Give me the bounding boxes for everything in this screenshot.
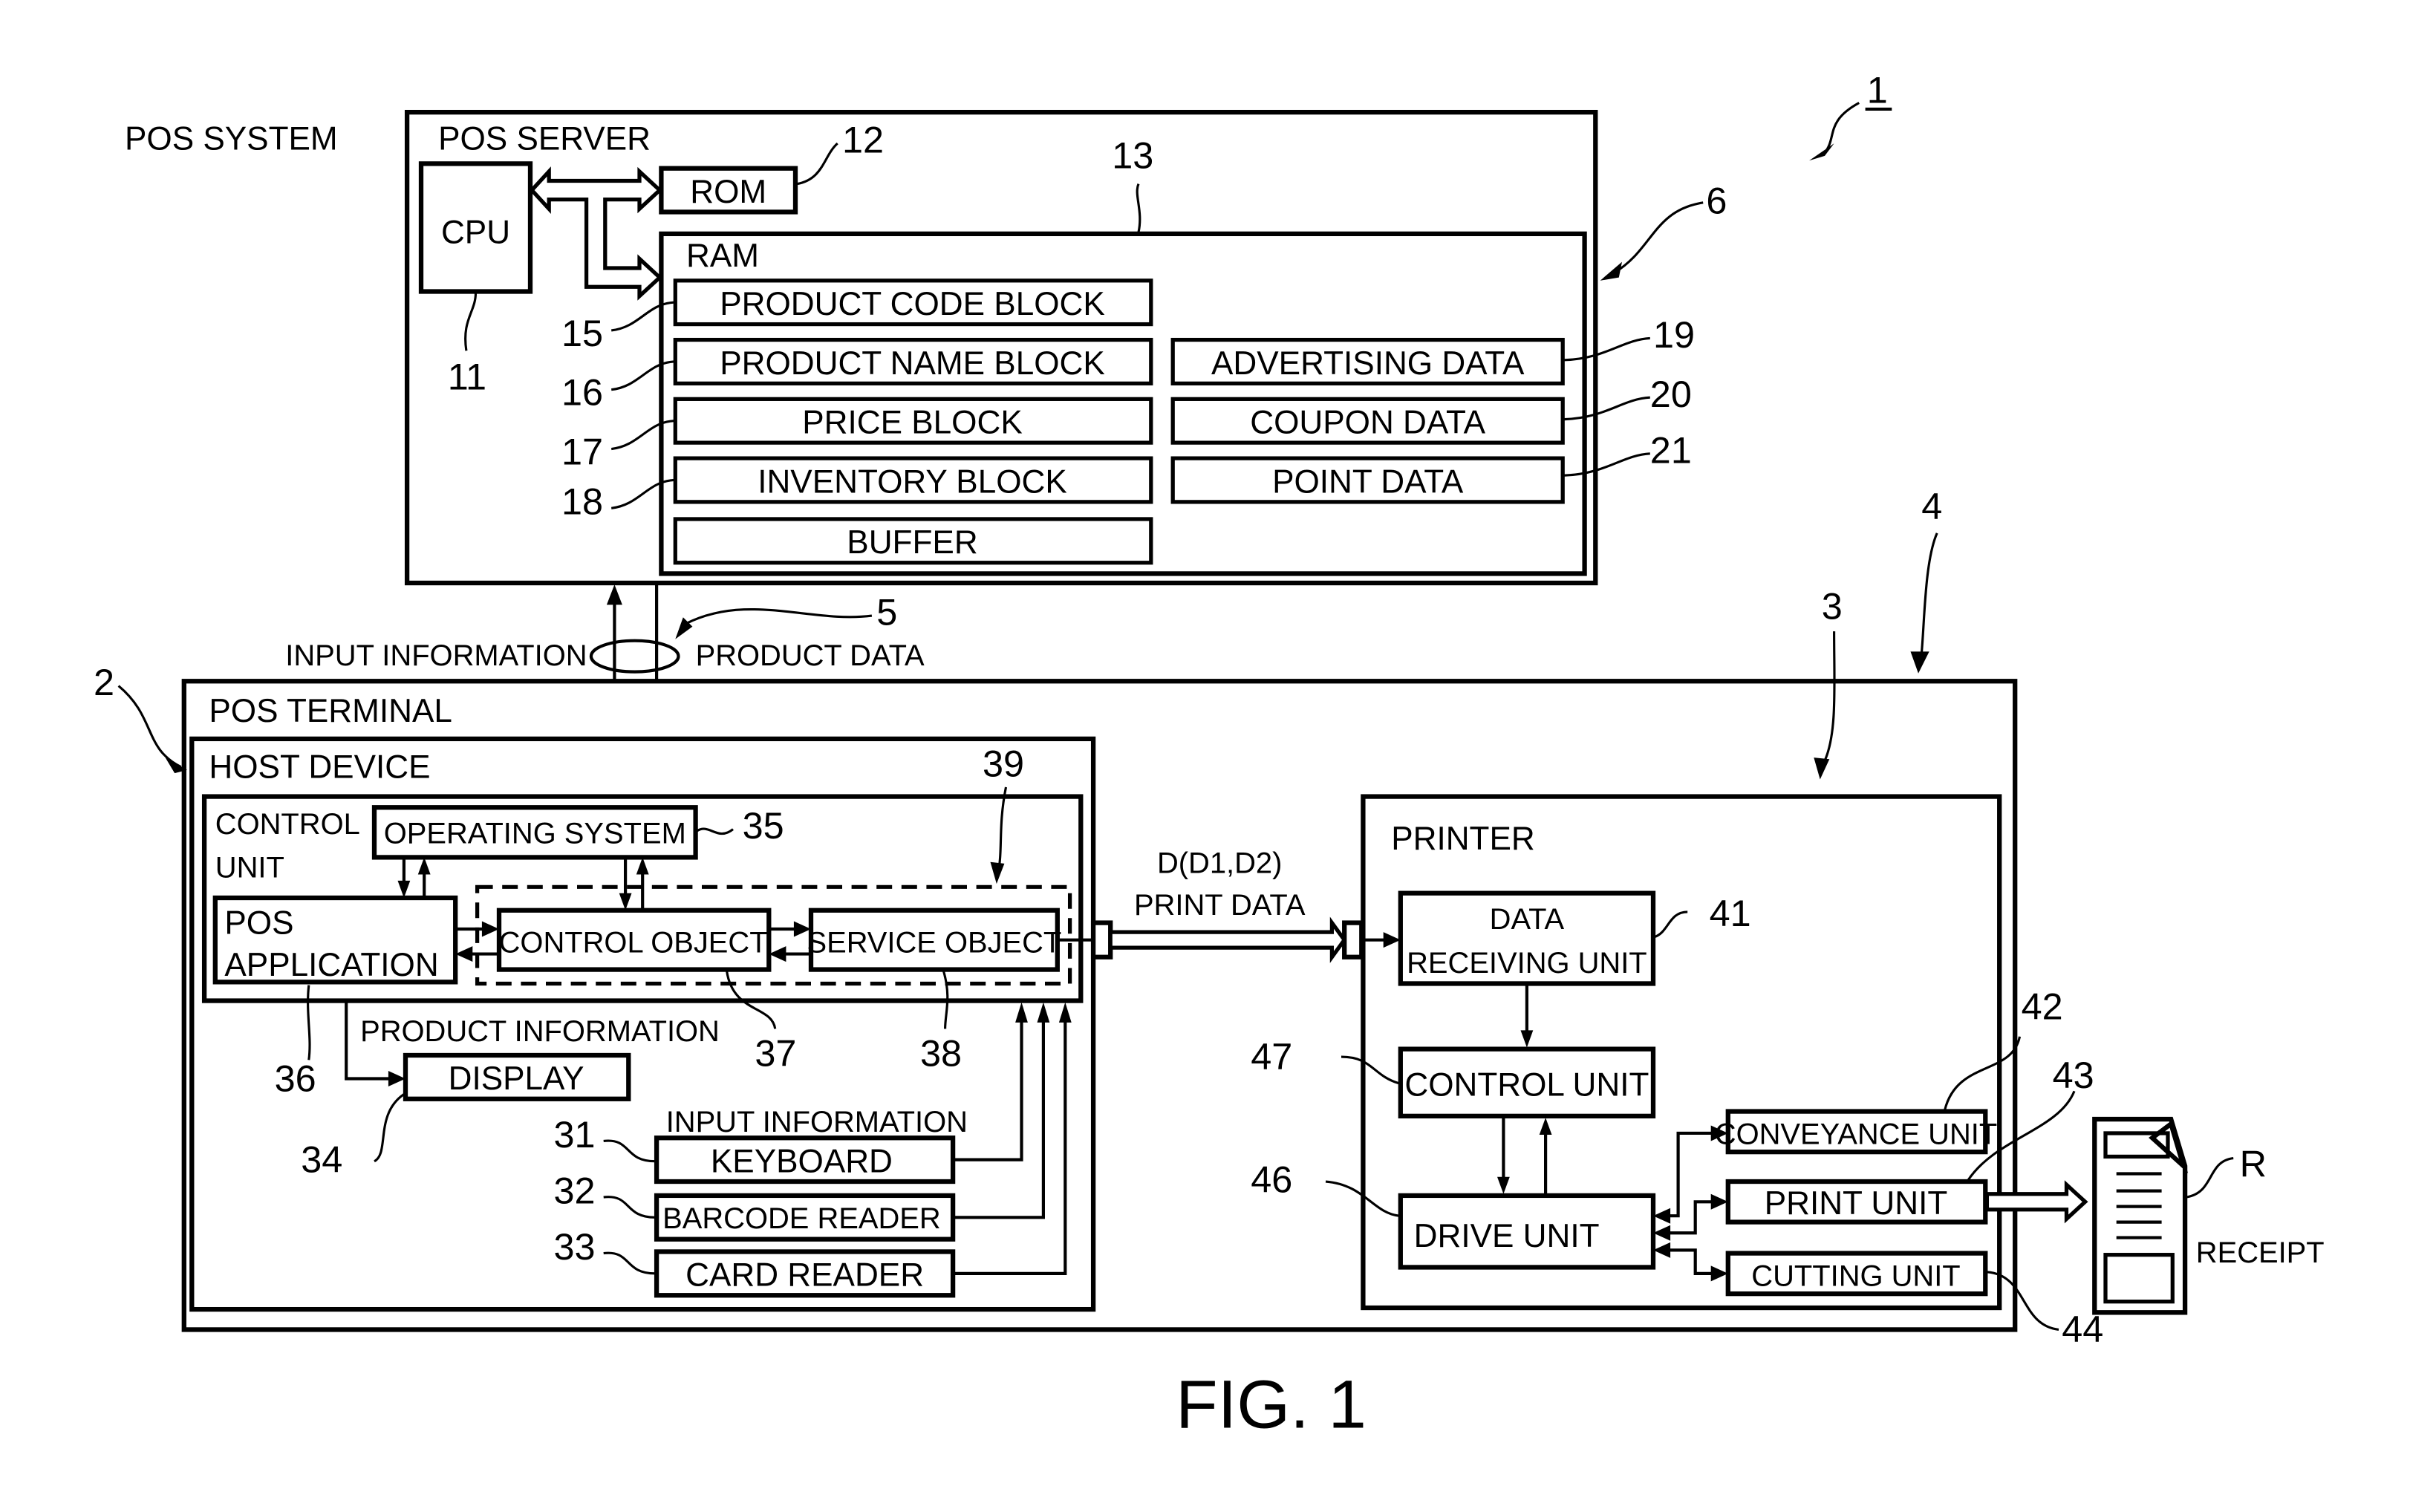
pos-server-ref: 6 (1706, 180, 1727, 222)
data-receiving-ref: 41 (1710, 892, 1751, 934)
input-device-ref: 33 (554, 1225, 596, 1268)
ram-data-label: POINT DATA (1272, 463, 1464, 500)
system-ref-number: 1 (1867, 69, 1888, 111)
rom-ref: 12 (842, 119, 884, 161)
receipt-icon (2092, 1116, 2189, 1315)
print-unit-label: PRINT UNIT (1765, 1185, 1948, 1222)
input-device-label: BARCODE READER (662, 1202, 941, 1235)
pos-terminal-ref: 2 (94, 661, 114, 703)
data-receiving-unit-label-2: RECEIVING UNIT (1407, 947, 1647, 980)
ram-ref: 13 (1112, 134, 1153, 177)
pos-system-diagram: POS SYSTEM 1 POS SERVER 6 CPU 11 ROM 12 … (94, 69, 2325, 1443)
pos-server-ref-leader (1613, 201, 1704, 274)
network-up-label: INPUT INFORMATION (285, 639, 587, 672)
system-ref-group: 1 (1809, 69, 1892, 161)
cutting-unit-label: CUTTING UNIT (1751, 1260, 1960, 1293)
system-ref-leader (1823, 102, 1860, 154)
pos-server-title: POS SERVER (438, 121, 651, 157)
ram-block-ref: 15 (561, 312, 603, 354)
network-ref: 5 (876, 591, 897, 633)
product-information-label: PRODUCT INFORMATION (360, 1015, 720, 1048)
uplink-arrowhead-icon (606, 584, 622, 605)
printer-port-connector (1342, 920, 1364, 959)
ram-data-ref: 19 (1653, 313, 1695, 356)
printer-ref: 3 (1822, 584, 1843, 627)
receipt-output: R RECEIPT (1984, 1116, 2325, 1315)
pos-terminal-ref-leader (117, 685, 182, 769)
cpu-ref: 11 (448, 356, 486, 398)
group-ref-arrowhead-icon (1910, 651, 1929, 674)
ram-data-ref: 20 (1650, 373, 1692, 415)
receipt-ref: R (2240, 1143, 2267, 1185)
rom-label: ROM (690, 174, 766, 210)
input-device-label: CARD READER (685, 1257, 924, 1294)
print-unit-ref: 43 (2053, 1054, 2094, 1096)
printer-control-ref: 47 (1251, 1035, 1292, 1078)
pos-application-label-2: APPLICATION (224, 947, 438, 983)
receipt-ref-leader (2186, 1156, 2234, 1199)
conveyance-unit-label: CONVEYANCE UNIT (1715, 1118, 1997, 1151)
network-bundle-ellipse (589, 639, 680, 674)
receipt-label: RECEIPT (2196, 1236, 2325, 1269)
conveyance-ref: 42 (2022, 985, 2063, 1028)
drive-unit-label: DRIVE UNIT (1414, 1218, 1600, 1254)
ram-data-label: ADVERTISING DATA (1211, 345, 1525, 382)
ram-block-label: PRICE BLOCK (802, 405, 1022, 441)
os-ref: 35 (743, 804, 784, 847)
display-label: DISPLAY (449, 1060, 584, 1097)
input-device-label: KEYBOARD (711, 1143, 893, 1179)
printer-control-unit-label: CONTROL UNIT (1404, 1067, 1649, 1104)
service-object-ref: 38 (920, 1032, 962, 1075)
control-object-ref: 37 (755, 1032, 796, 1075)
ram-data-label: COUPON DATA (1250, 405, 1485, 441)
pos-server: POS SERVER 6 CPU 11 ROM 12 RAM 13 PRODUC… (404, 109, 1727, 586)
print-data-label-1: D(D1,D2) (1157, 847, 1282, 879)
cpu-label: CPU (441, 214, 510, 250)
network-down-label: PRODUCT DATA (696, 639, 925, 672)
input-device-ref: 31 (554, 1113, 596, 1156)
figure-caption: FIG. 1 (1176, 1366, 1367, 1443)
pos-terminal: POS TERMINAL 2 4 HOST DEVICE CONTROL UNI… (94, 485, 2103, 1350)
input-device-ref: 32 (554, 1169, 596, 1211)
pos-server-ref-arrowhead-icon (1600, 261, 1622, 281)
pos-application-label-1: POS (224, 905, 293, 941)
ram-block-label: PRODUCT NAME BLOCK (720, 345, 1105, 382)
system-ref-arrowhead-icon (1809, 143, 1834, 161)
ram-block-ref: 18 (561, 480, 603, 523)
printer-title: PRINTER (1391, 821, 1535, 857)
host-port-connector (1090, 920, 1113, 959)
ram-block-label: BUFFER (847, 524, 977, 561)
ram-data-ref: 21 (1650, 428, 1692, 471)
ram-block-label: INVENTORY BLOCK (758, 463, 1067, 500)
pos-system-label: POS SYSTEM (125, 121, 338, 157)
control-object-label: CONTROL OBJECT (499, 926, 768, 959)
ram-block-ref: 17 (561, 431, 603, 473)
group-ref-leader (1920, 532, 1938, 655)
drive-unit-ref: 46 (1251, 1159, 1292, 1201)
ram-label: RAM (686, 238, 759, 274)
driver-group-ref: 39 (983, 742, 1024, 784)
pos-application-ref: 36 (275, 1057, 316, 1099)
service-object-label: SERVICE OBJECT (807, 926, 1061, 959)
host-device-title: HOST DEVICE (209, 749, 430, 785)
display-ref: 34 (301, 1138, 342, 1180)
data-receiving-unit-label-1: DATA (1490, 903, 1565, 936)
ram-block-ref: 16 (561, 371, 603, 414)
operating-system-label: OPERATING SYSTEM (384, 818, 686, 850)
input-information-label: INPUT INFORMATION (666, 1106, 968, 1138)
network-ref-leader (685, 607, 873, 625)
control-unit-label-2: UNIT (215, 852, 284, 884)
ram-block-label: PRODUCT CODE BLOCK (720, 286, 1105, 322)
group-ref: 4 (1921, 485, 1942, 527)
control-unit-label-1: CONTROL (215, 808, 360, 841)
pos-terminal-title: POS TERMINAL (209, 693, 452, 729)
print-data-label-2: PRINT DATA (1134, 889, 1306, 922)
